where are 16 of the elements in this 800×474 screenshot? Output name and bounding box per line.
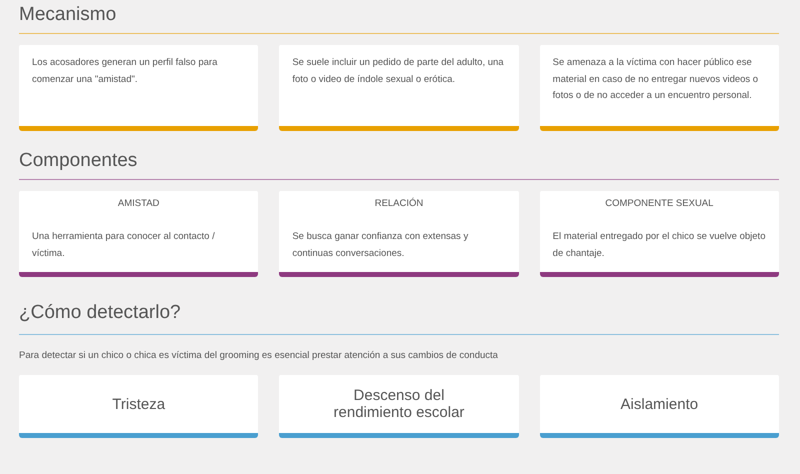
intro-text: Para detectar si un chico o chica es víctima del grooming es esencial prestar atención a sus cambios de conducta bbox=[19, 350, 499, 362]
card-label: Descenso del rendimiento escolar bbox=[332, 387, 466, 421]
section-heading: Mecanismo bbox=[19, 3, 116, 27]
card-text: Se amenaza a la víctima con hacer público ese material en caso de no entregar nuevos videos o fotos o de no acceder a un encuentro personal. bbox=[552, 56, 760, 103]
section-heading: Componentes bbox=[19, 149, 138, 173]
section-heading: ¿Cómo detectarlo? bbox=[19, 301, 181, 325]
card-heading: COMPONENTE SEXUAL bbox=[604, 198, 714, 210]
card-text: Se suele incluir un pedido de parte del adulto, una foto o video de índole sexual o erótica. bbox=[292, 56, 505, 86]
card-text: Una herramienta para conocer al contacto / víctima. bbox=[32, 230, 216, 260]
card-label: Tristeza bbox=[112, 396, 166, 412]
card-heading: AMISTAD bbox=[116, 198, 160, 210]
card-label: Aislamiento bbox=[620, 396, 698, 412]
card-text: El material entregado por el chico se vuelve objeto de chantaje. bbox=[552, 230, 766, 260]
card-heading: RELACIÓN bbox=[374, 198, 424, 210]
card-text: Se busca ganar confianza con extensas y continuas conversaciones. bbox=[292, 230, 470, 260]
card-text: Los acosadores generan un perfil falso para comenzar una "amistad". bbox=[32, 56, 218, 86]
